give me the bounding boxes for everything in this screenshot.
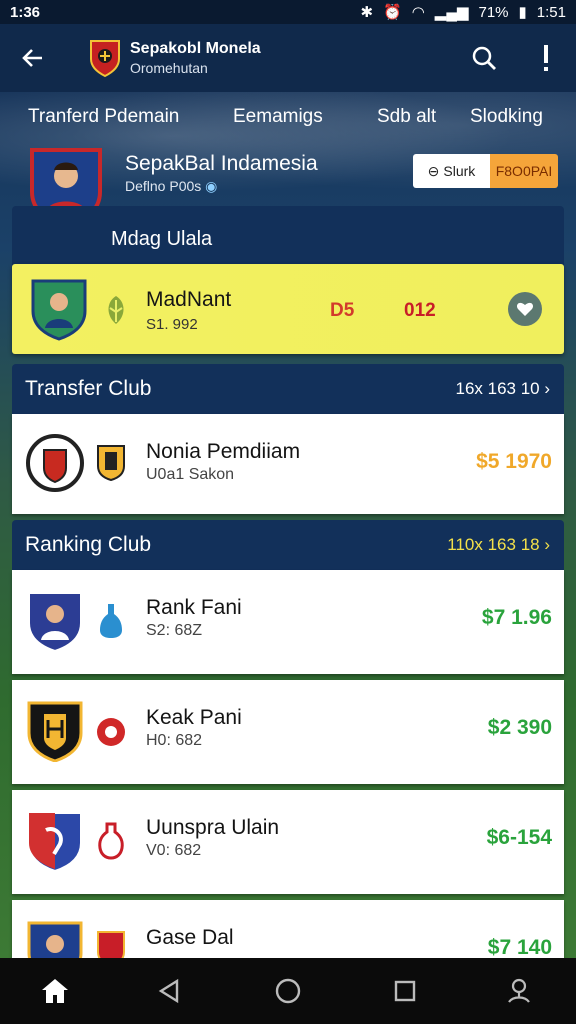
- signal-icon: ▂▄▆: [434, 4, 469, 21]
- player-crest-icon: [31, 279, 87, 341]
- triangle-back-icon: [158, 978, 179, 1004]
- search-button[interactable]: [464, 38, 504, 78]
- app-title: Sepakobl Monela: [130, 40, 261, 57]
- ranking-name: Rank Fani: [146, 596, 242, 619]
- toggle-left[interactable]: ⊖ Slurk: [413, 154, 490, 188]
- home-nav-button[interactable]: [271, 974, 305, 1008]
- club-name: SepakBal Indamesia: [125, 152, 318, 175]
- tab-sdb-alt[interactable]: Sdb alt: [377, 106, 436, 128]
- tab-bar: Tranferd Pdemain Eemamigs Sdb alt Slodki…: [0, 92, 576, 142]
- alarm-icon: ⏰: [383, 4, 402, 21]
- club-subtitle: Deflno P00s ◉: [125, 178, 218, 194]
- back-arrow-icon: [22, 49, 42, 67]
- vase-icon: [98, 822, 124, 860]
- home-button[interactable]: [38, 974, 72, 1008]
- ranking-section-title: Ranking Club: [25, 533, 152, 556]
- shield-icon: [97, 931, 125, 958]
- transfer-section-header[interactable]: Transfer Club 16x 163 10 ›: [12, 364, 564, 414]
- ranking-sub: S2: 68Z: [146, 622, 203, 639]
- ranking-section-meta: 110x 163 18 ›: [447, 535, 550, 554]
- assistant-button[interactable]: [502, 974, 536, 1008]
- search-icon: [472, 46, 496, 70]
- exclamation-icon: [544, 45, 548, 71]
- transfer-value: $5 1970: [476, 450, 552, 473]
- leaf-icon: [108, 296, 124, 324]
- ranking-name: Uunspra Ulain: [146, 816, 280, 839]
- club-badge-icon: [26, 434, 84, 492]
- ranking-row[interactable]: Keak Pani H0: 682 $2 390: [12, 680, 564, 784]
- back-button[interactable]: [0, 24, 66, 92]
- app-bar: Sepakobl Monela Oromehutan: [0, 24, 576, 92]
- bluetooth-icon: ✱: [360, 4, 374, 21]
- featured-section-title: Mdag Ulala: [111, 228, 213, 250]
- ranking-name: Gase Dal: [146, 926, 234, 949]
- ranking-value: $2 390: [487, 716, 552, 739]
- ranking-sub: V0: 682: [146, 842, 202, 859]
- battery-percent: 71%: [478, 3, 509, 21]
- app-subtitle: Oromehutan: [130, 60, 208, 76]
- transfer-row[interactable]: Nonia Pemdiiam U0a1 Sakon $5 1970: [12, 414, 564, 514]
- bottle-icon: [100, 604, 122, 638]
- tab-slodking[interactable]: Slodking: [470, 106, 543, 128]
- ranking-value: $6-154: [486, 826, 552, 849]
- tab-eemamigs[interactable]: Eemamigs: [233, 106, 323, 128]
- favorite-button[interactable]: [508, 292, 542, 326]
- featured-section-header: Mdag Ulala: [12, 206, 564, 266]
- club-badge-icon: [28, 812, 82, 872]
- featured-row[interactable]: MadNant S1. 992 D5 012: [12, 264, 564, 354]
- ranking-row[interactable]: Rank Fani S2: 68Z $7 1.96: [12, 570, 564, 674]
- app-logo-icon: [90, 40, 120, 78]
- transfer-name: Nonia Pemdiiam: [146, 440, 301, 463]
- featured-sub: S1. 992: [146, 316, 198, 333]
- ranking-value: $7 140: [487, 936, 552, 958]
- crown-icon: [97, 718, 125, 746]
- shield-icon: [97, 445, 125, 482]
- club-badge-icon: [27, 701, 83, 762]
- club-toggle[interactable]: ⊖ Slurk F8O0PAI: [413, 154, 558, 188]
- circle-home-icon: [275, 978, 301, 1004]
- battery-icon: ▮: [518, 4, 527, 21]
- ranking-sub: H0: 682: [146, 732, 203, 749]
- globe-icon: ◉: [205, 178, 218, 194]
- heart-icon: [516, 302, 534, 316]
- status-clock: 1:51: [536, 3, 566, 21]
- featured-name: MadNant: [146, 288, 232, 311]
- recents-button[interactable]: [388, 974, 422, 1008]
- club-badge-icon: [28, 592, 82, 652]
- tab-transfer[interactable]: Tranferd Pdemain: [28, 106, 179, 128]
- alert-button[interactable]: [526, 38, 566, 78]
- back-nav-button[interactable]: [152, 974, 186, 1008]
- transfer-section-meta: 16x 163 10 ›: [455, 379, 550, 398]
- square-recents-icon: [394, 980, 416, 1002]
- ranking-value: $7 1.96: [481, 606, 552, 629]
- status-bar: 1:36 ✱ ⏰ ◠ ▂▄▆ 71% ▮ 1:51: [0, 0, 576, 24]
- mic-icon: [508, 978, 530, 1003]
- system-nav-bar: [0, 958, 576, 1024]
- toggle-right[interactable]: F8O0PAI: [490, 154, 558, 188]
- ranking-name: Keak Pani: [146, 706, 242, 729]
- wifi-icon: ◠: [411, 4, 425, 21]
- transfer-sub: U0a1 Sakon: [146, 466, 235, 483]
- ranking-section-header[interactable]: Ranking Club 110x 163 18 ›: [12, 520, 564, 570]
- circle-icon: ⊖: [427, 162, 440, 179]
- ranking-row[interactable]: Gase Dal $7 140: [12, 900, 564, 958]
- club-badge-icon: [27, 921, 83, 958]
- featured-value-2: 012: [404, 300, 436, 321]
- featured-value-1: D5: [330, 300, 355, 321]
- ranking-row[interactable]: Uunspra Ulain V0: 682 $6-154: [12, 790, 564, 894]
- home-icon: [42, 979, 68, 1003]
- status-time: 1:36: [10, 3, 41, 21]
- transfer-section-title: Transfer Club: [25, 377, 152, 400]
